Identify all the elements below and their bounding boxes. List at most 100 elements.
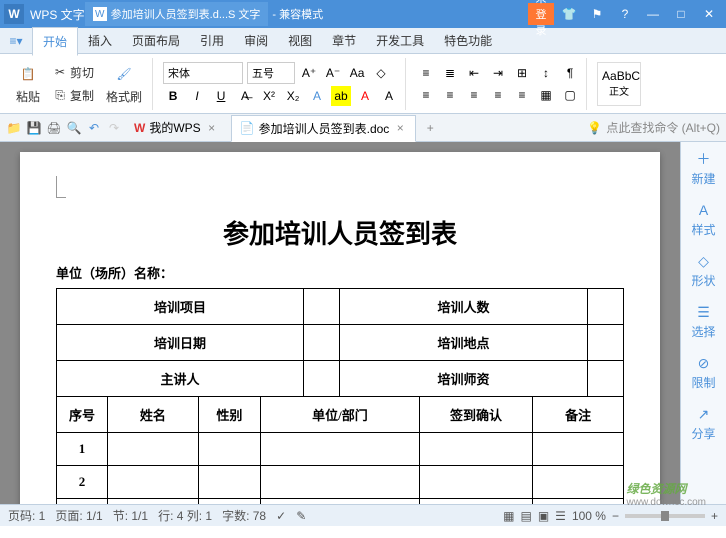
title-bar: W WPS 文字 W 参加培训人员签到表.d...S 文字 - 兼容模式 未登录… xyxy=(0,0,726,28)
subscript-button[interactable]: X₂ xyxy=(283,86,303,106)
font-size-select[interactable]: 五号 xyxy=(247,62,295,84)
wps-logo-icon: W xyxy=(4,4,24,24)
indent-dec-button[interactable]: ⇤ xyxy=(464,63,484,83)
change-case-button[interactable]: Aa xyxy=(347,63,367,83)
doc-file-icon: W xyxy=(93,7,107,21)
compat-mode-label: - 兼容模式 xyxy=(272,6,323,22)
title-doc-tab[interactable]: W 参加培训人员签到表.d...S 文字 xyxy=(85,2,269,26)
sp-new[interactable]: ＋新建 xyxy=(691,150,715,187)
sp-share[interactable]: ↗分享 xyxy=(691,405,715,442)
help-icon[interactable]: ? xyxy=(612,3,638,25)
share-icon: ↗ xyxy=(694,405,712,423)
view-read-icon[interactable]: ▤ xyxy=(520,509,531,523)
menu-section[interactable]: 章节 xyxy=(322,27,366,54)
open-folder-icon[interactable]: 📁 xyxy=(6,120,22,136)
brush-icon: 🖌 xyxy=(112,62,136,86)
align-right-button[interactable]: ≡ xyxy=(464,85,484,105)
shading-button[interactable]: ▢ xyxy=(560,85,580,105)
sp-shape[interactable]: ◇形状 xyxy=(691,252,715,289)
tab-close-icon[interactable]: × xyxy=(205,121,219,135)
sp-restrict[interactable]: ⊘限制 xyxy=(691,354,715,391)
align-justify-button[interactable]: ≡ xyxy=(488,85,508,105)
para-marks-button[interactable]: ¶ xyxy=(560,63,580,83)
sb-input-icon[interactable]: ✎ xyxy=(296,509,306,523)
menu-insert[interactable]: 插入 xyxy=(78,27,122,54)
undo-icon[interactable]: ↶ xyxy=(86,120,102,136)
sb-pageno: 页码: 1 xyxy=(8,507,45,524)
clear-format-button[interactable]: ◇ xyxy=(371,63,391,83)
cut-button[interactable]: ✂剪切 xyxy=(48,62,98,83)
scissors-icon: ✂ xyxy=(52,64,68,80)
login-button[interactable]: 未登录 xyxy=(528,3,554,25)
paste-button[interactable]: 📋 粘贴 xyxy=(12,60,44,107)
view-print-icon[interactable]: ▦ xyxy=(503,509,514,523)
view-web-icon[interactable]: ▣ xyxy=(538,509,549,523)
preview-icon[interactable]: 🔍 xyxy=(66,120,82,136)
font-family-select[interactable]: 宋体 xyxy=(163,62,243,84)
sb-spellcheck-icon[interactable]: ✓ xyxy=(276,509,286,523)
indent-inc-button[interactable]: ⇥ xyxy=(488,63,508,83)
bullets-button[interactable]: ≡ xyxy=(416,63,436,83)
app-name: WPS 文字 xyxy=(30,6,85,23)
title-doc-name: 参加培训人员签到表.d...S 文字 xyxy=(111,6,261,22)
align-left-button[interactable]: ≡ xyxy=(416,85,436,105)
copy-button[interactable]: ⎘复制 xyxy=(48,85,98,106)
zoom-in-button[interactable]: + xyxy=(711,509,718,523)
close-button[interactable]: ✕ xyxy=(696,3,722,25)
flag-icon[interactable]: ⚑ xyxy=(584,3,610,25)
zoom-value[interactable]: 100 % xyxy=(572,509,606,523)
menu-view[interactable]: 视图 xyxy=(278,27,322,54)
menu-layout[interactable]: 页面布局 xyxy=(122,27,190,54)
align-center-button[interactable]: ≡ xyxy=(440,85,460,105)
increase-font-button[interactable]: A⁺ xyxy=(299,63,319,83)
superscript-button[interactable]: X² xyxy=(259,86,279,106)
mywps-tab[interactable]: W 我的WPS × xyxy=(126,115,227,140)
zoom-slider[interactable] xyxy=(625,514,705,518)
document-tab[interactable]: 📄 参加培训人员签到表.doc × xyxy=(231,115,417,142)
numbering-button[interactable]: ≣ xyxy=(440,63,460,83)
plus-icon: ＋ xyxy=(694,150,712,168)
line-spacing-button[interactable]: ↕ xyxy=(536,63,556,83)
font-border-button[interactable]: A xyxy=(379,86,399,106)
decrease-font-button[interactable]: A⁻ xyxy=(323,63,343,83)
info-row: 主讲人培训师资 xyxy=(57,361,624,397)
menu-features[interactable]: 特色功能 xyxy=(434,27,502,54)
table-grid-button[interactable]: ▦ xyxy=(536,85,556,105)
file-tabs-bar: 📁 💾 🖨 🔍 ↶ ↷ W 我的WPS × 📄 参加培训人员签到表.doc × … xyxy=(0,114,726,142)
tshirt-icon[interactable]: 👕 xyxy=(556,3,582,25)
select-icon: ☰ xyxy=(694,303,712,321)
font-effect-button[interactable]: A xyxy=(307,86,327,106)
print-icon[interactable]: 🖨 xyxy=(46,120,62,136)
align-distribute-button[interactable]: ≡ xyxy=(512,85,532,105)
save-icon[interactable]: 💾 xyxy=(26,120,42,136)
sp-select[interactable]: ☰选择 xyxy=(691,303,715,340)
highlight-button[interactable]: ab xyxy=(331,86,351,106)
ruler-button[interactable]: ⊞ xyxy=(512,63,532,83)
menu-references[interactable]: 引用 xyxy=(190,27,234,54)
menu-review[interactable]: 审阅 xyxy=(234,27,278,54)
file-menu-icon[interactable]: ≡▾ xyxy=(4,29,28,53)
strike-button[interactable]: A̶ xyxy=(235,86,255,106)
cursor-mark xyxy=(56,176,66,198)
style-normal[interactable]: AaBbC 正文 xyxy=(597,62,641,106)
menu-devtools[interactable]: 开发工具 xyxy=(366,27,434,54)
view-outline-icon[interactable]: ☰ xyxy=(555,509,566,523)
tab-close-icon[interactable]: × xyxy=(393,121,407,135)
sp-style[interactable]: A样式 xyxy=(691,201,715,238)
zoom-thumb[interactable] xyxy=(661,511,669,521)
zoom-out-button[interactable]: − xyxy=(612,509,619,523)
unit-label: 单位（场所）名称： xyxy=(56,263,624,282)
bold-button[interactable]: B xyxy=(163,86,183,106)
format-painter-button[interactable]: 🖌 格式刷 xyxy=(102,60,146,107)
new-tab-button[interactable]: + xyxy=(420,118,440,138)
maximize-button[interactable]: □ xyxy=(668,3,694,25)
find-command-hint[interactable]: 💡 点此查找命令 (Alt+Q) xyxy=(587,119,720,136)
data-row xyxy=(57,498,624,504)
underline-button[interactable]: U xyxy=(211,86,231,106)
document-canvas[interactable]: 参加培训人员签到表 单位（场所）名称： 培训项目培训人数 培训日期培训地点 主讲… xyxy=(0,142,680,504)
font-color-button[interactable]: A xyxy=(355,86,375,106)
italic-button[interactable]: I xyxy=(187,86,207,106)
menu-start[interactable]: 开始 xyxy=(32,27,78,56)
redo-icon[interactable]: ↷ xyxy=(106,120,122,136)
minimize-button[interactable]: — xyxy=(640,3,666,25)
